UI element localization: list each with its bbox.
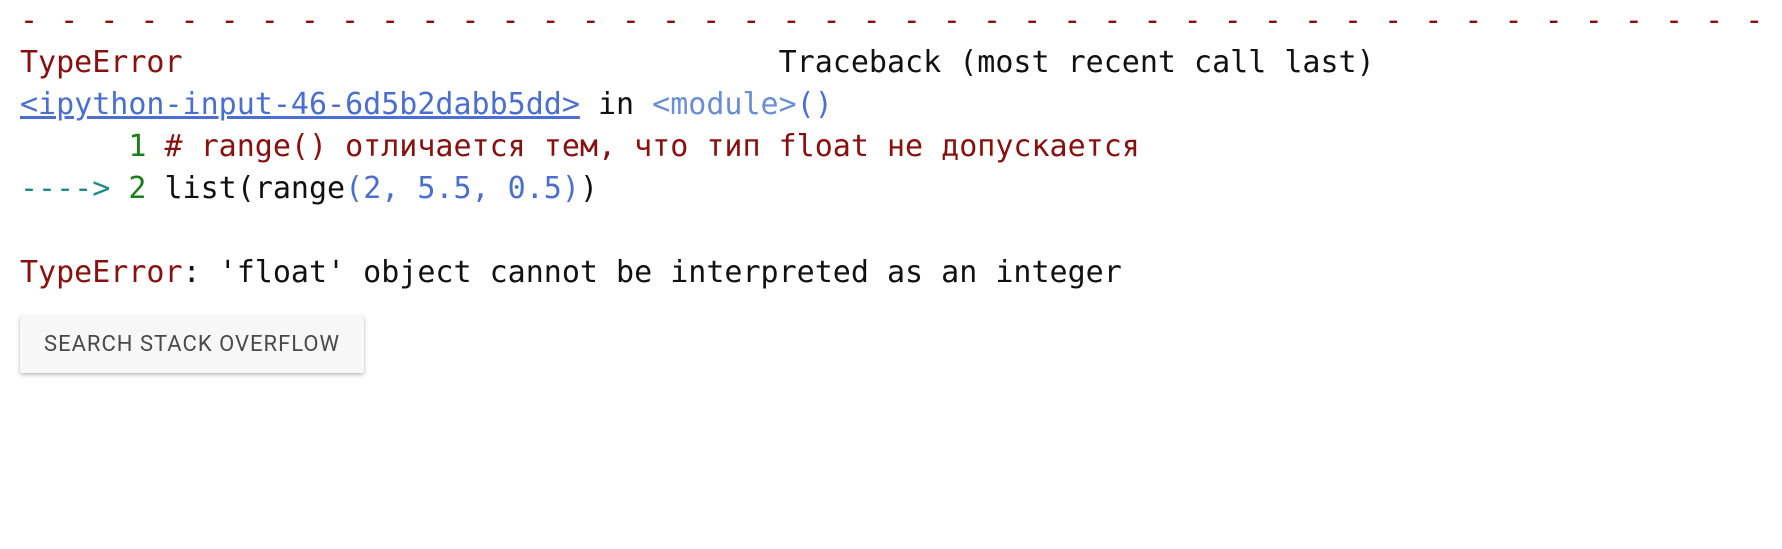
fn-range: range bbox=[255, 171, 345, 206]
traceback-line-1: 1 # range() отличается тем, что тип floa… bbox=[20, 126, 1762, 168]
traceback-label: Traceback (most recent call last) bbox=[779, 45, 1375, 80]
module-label: <module> bbox=[652, 87, 797, 122]
traceback-line-2: ----> 2 list(range(2, 5.5, 0.5)) bbox=[20, 168, 1762, 210]
line-number: 1 bbox=[128, 129, 146, 164]
blank-line bbox=[20, 210, 1762, 252]
args-open: ( bbox=[345, 171, 363, 206]
traceback-frame-location: <ipython-input-46-6d5b2dabb5dd> in <modu… bbox=[20, 84, 1762, 126]
line-number: 2 bbox=[128, 171, 146, 206]
code-comment: # range() отличается тем, что тип float … bbox=[146, 129, 1139, 164]
error-name: TypeError bbox=[20, 255, 183, 290]
args: 2, 5.5, 0.5 bbox=[363, 171, 562, 206]
traceback-separator: - - - - - - - - - - - - - - - - - - - - … bbox=[20, 0, 1762, 42]
paren: ) bbox=[580, 171, 598, 206]
args-close: ) bbox=[562, 171, 580, 206]
error-message-line: TypeError: 'float' object cannot be inte… bbox=[20, 252, 1762, 294]
paren: ( bbox=[237, 171, 255, 206]
fn-list: list bbox=[146, 171, 236, 206]
error-message: 'float' object cannot be interpreted as … bbox=[219, 255, 1122, 290]
in-word: in bbox=[580, 87, 652, 122]
prefix bbox=[20, 129, 128, 164]
traceback-output: - - - - - - - - - - - - - - - - - - - - … bbox=[20, 0, 1762, 294]
error-type: TypeError bbox=[20, 45, 183, 80]
traceback-header: TypeError Traceback (most recent call la… bbox=[20, 42, 1762, 84]
search-stack-overflow-button[interactable]: SEARCH STACK OVERFLOW bbox=[20, 316, 364, 373]
error-sep: : bbox=[183, 255, 219, 290]
arrow-prefix: ----> bbox=[20, 171, 128, 206]
paren-close: ) bbox=[815, 87, 833, 122]
paren-open: ( bbox=[797, 87, 815, 122]
ipython-input-link[interactable]: <ipython-input-46-6d5b2dabb5dd> bbox=[20, 87, 580, 122]
